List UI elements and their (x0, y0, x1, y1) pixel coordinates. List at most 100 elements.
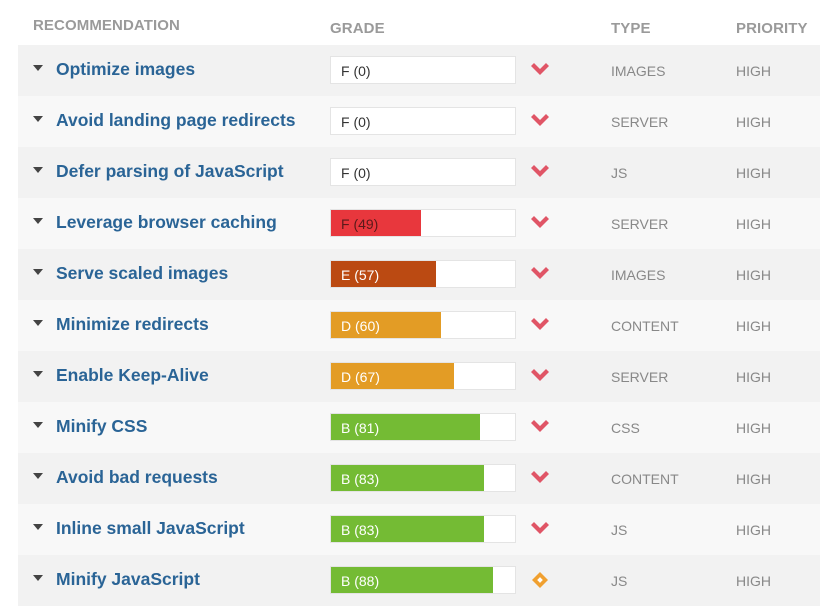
caret-down-icon[interactable] (33, 524, 43, 530)
recommendation-link[interactable]: Minify CSS (56, 416, 147, 437)
caret-down-icon[interactable] (33, 422, 43, 428)
type-text: IMAGES (611, 63, 666, 79)
type-text: JS (611, 165, 628, 181)
header-grade[interactable]: GRADE (330, 20, 385, 37)
chevron-down-icon (530, 266, 550, 282)
recommendations-table: RECOMMENDATION GRADE TYPE PRIORITY Optim… (18, 0, 820, 606)
recommendation-cell[interactable]: Serve scaled images (18, 249, 318, 300)
priority-text: HIGH (736, 573, 771, 589)
caret-down-icon[interactable] (33, 167, 43, 173)
grade-bar: D (60) (330, 311, 516, 339)
priority-text: HIGH (736, 369, 771, 385)
table-row[interactable]: Minify JavaScript B (88) JS HIGH (18, 555, 820, 606)
recommendation-cell[interactable]: Avoid bad requests (18, 453, 318, 504)
header-priority[interactable]: PRIORITY (736, 20, 808, 37)
recommendation-link[interactable]: Minify JavaScript (56, 569, 200, 590)
caret-down-icon[interactable] (33, 65, 43, 71)
priority-text: HIGH (736, 63, 771, 79)
priority-text: HIGH (736, 267, 771, 283)
recommendation-link[interactable]: Minimize redirects (56, 314, 209, 335)
header-recommendation[interactable]: RECOMMENDATION (33, 17, 180, 34)
recommendation-cell[interactable]: Minimize redirects (18, 300, 318, 351)
recommendation-link[interactable]: Defer parsing of JavaScript (56, 161, 284, 182)
grade-text: F (0) (341, 165, 371, 181)
header-type[interactable]: TYPE (611, 20, 651, 37)
table-row[interactable]: Optimize images F (0) IMAGES HIGH (18, 45, 820, 96)
chevron-down-icon (530, 113, 550, 129)
type-text: SERVER (611, 114, 669, 130)
type-text: IMAGES (611, 267, 666, 283)
table-header: RECOMMENDATION GRADE TYPE PRIORITY (18, 0, 820, 45)
caret-down-icon[interactable] (33, 371, 43, 377)
grade-text: B (83) (341, 522, 380, 538)
recommendation-link[interactable]: Serve scaled images (56, 263, 228, 284)
type-text: SERVER (611, 216, 669, 232)
grade-text: E (57) (341, 267, 380, 283)
recommendation-cell[interactable]: Defer parsing of JavaScript (18, 147, 318, 198)
recommendation-link[interactable]: Leverage browser caching (56, 212, 277, 233)
type-text: CSS (611, 420, 640, 436)
recommendation-link[interactable]: Avoid bad requests (56, 467, 218, 488)
type-text: JS (611, 573, 628, 589)
chevron-down-icon (530, 419, 550, 435)
recommendation-cell[interactable]: Optimize images (18, 45, 318, 96)
grade-text: B (88) (341, 573, 380, 589)
chevron-down-icon (530, 215, 550, 231)
caret-down-icon[interactable] (33, 320, 43, 326)
table-row[interactable]: Enable Keep-Alive D (67) SERVER HIGH (18, 351, 820, 402)
grade-bar: F (0) (330, 56, 516, 84)
priority-text: HIGH (736, 318, 771, 334)
type-text: SERVER (611, 369, 669, 385)
priority-text: HIGH (736, 522, 771, 538)
diamond-icon (530, 572, 550, 588)
recommendation-link[interactable]: Avoid landing page redirects (56, 110, 296, 131)
recommendation-link[interactable]: Optimize images (56, 59, 195, 80)
grade-bar: F (0) (330, 158, 516, 186)
caret-down-icon[interactable] (33, 218, 43, 224)
grade-bar: B (83) (330, 515, 516, 543)
priority-text: HIGH (736, 420, 771, 436)
chevron-down-icon (530, 470, 550, 486)
priority-text: HIGH (736, 165, 771, 181)
type-text: JS (611, 522, 628, 538)
grade-text: F (0) (341, 63, 371, 79)
priority-text: HIGH (736, 114, 771, 130)
chevron-down-icon (530, 521, 550, 537)
table-row[interactable]: Defer parsing of JavaScript F (0) JS HIG… (18, 147, 820, 198)
recommendation-link[interactable]: Inline small JavaScript (56, 518, 245, 539)
type-text: CONTENT (611, 471, 679, 487)
recommendation-cell[interactable]: Minify JavaScript (18, 555, 318, 606)
caret-down-icon[interactable] (33, 473, 43, 479)
table-row[interactable]: Serve scaled images E (57) IMAGES HIGH (18, 249, 820, 300)
chevron-down-icon (530, 368, 550, 384)
chevron-down-icon (530, 62, 550, 78)
grade-bar: E (57) (330, 260, 516, 288)
recommendation-cell[interactable]: Avoid landing page redirects (18, 96, 318, 147)
table-row[interactable]: Leverage browser caching F (49) SERVER H… (18, 198, 820, 249)
recommendation-cell[interactable]: Enable Keep-Alive (18, 351, 318, 402)
grade-bar: B (83) (330, 464, 516, 492)
table-row[interactable]: Inline small JavaScript B (83) JS HIGH (18, 504, 820, 555)
grade-bar: F (49) (330, 209, 516, 237)
grade-bar: B (88) (330, 566, 516, 594)
recommendation-cell[interactable]: Inline small JavaScript (18, 504, 318, 555)
grade-text: F (0) (341, 114, 371, 130)
grade-text: B (81) (341, 420, 380, 436)
caret-down-icon[interactable] (33, 269, 43, 275)
recommendation-cell[interactable]: Leverage browser caching (18, 198, 318, 249)
type-text: CONTENT (611, 318, 679, 334)
table-row[interactable]: Minify CSS B (81) CSS HIGH (18, 402, 820, 453)
recommendation-cell[interactable]: Minify CSS (18, 402, 318, 453)
caret-down-icon[interactable] (33, 116, 43, 122)
grade-text: D (60) (341, 318, 380, 334)
table-row[interactable]: Avoid landing page redirects F (0) SERVE… (18, 96, 820, 147)
chevron-down-icon (530, 317, 550, 333)
grade-text: D (67) (341, 369, 380, 385)
table-row[interactable]: Minimize redirects D (60) CONTENT HIGH (18, 300, 820, 351)
grade-bar: B (81) (330, 413, 516, 441)
caret-down-icon[interactable] (33, 575, 43, 581)
grade-bar: F (0) (330, 107, 516, 135)
priority-text: HIGH (736, 216, 771, 232)
table-row[interactable]: Avoid bad requests B (83) CONTENT HIGH (18, 453, 820, 504)
recommendation-link[interactable]: Enable Keep-Alive (56, 365, 209, 386)
